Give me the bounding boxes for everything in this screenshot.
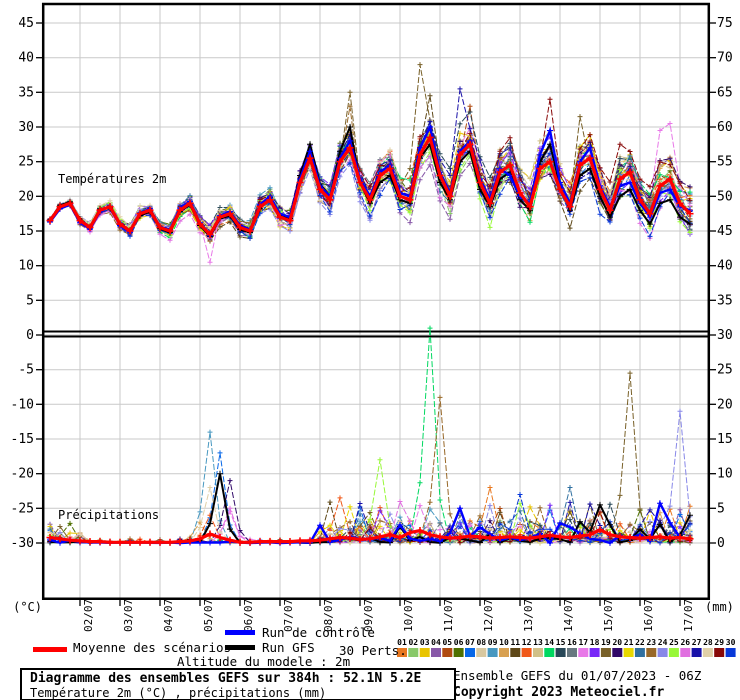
svg-text:0: 0 [26,328,34,343]
svg-text:03: 03 [420,638,430,647]
left-axis-labels: 45 40 35 30 25 20 15 10 5 0 -5 -10 -15 -20 -25 -30 [11,16,34,551]
svg-text:40: 40 [18,51,34,66]
legend-mean-swatch [33,647,67,652]
svg-text:18: 18 [590,638,600,647]
svg-text:15: 15 [717,432,733,447]
svg-text:20: 20 [717,397,733,412]
svg-text:30: 30 [18,120,34,135]
svg-text:-25: -25 [11,501,34,516]
svg-text:75: 75 [717,16,733,31]
svg-text:17: 17 [578,638,588,647]
svg-text:16/07: 16/07 [642,599,655,632]
altitude-note: Altitude du modele : 2m [177,654,351,669]
svg-text:16: 16 [567,638,577,647]
svg-text:15: 15 [556,638,566,647]
svg-text:45: 45 [18,16,34,31]
chart-info-box: Diagramme des ensembles GEFS sur 384h : … [20,668,456,700]
legend-mean-label: Moyenne des scénarios [73,640,232,655]
svg-text:05: 05 [442,638,452,647]
svg-text:24: 24 [658,638,668,647]
svg-text:06/07: 06/07 [242,599,255,632]
svg-text:06: 06 [454,638,464,647]
svg-text:11: 11 [510,638,520,647]
gefs-ensemble-diagram: 45 40 35 30 25 20 15 10 5 0 -5 -10 -15 -20 -25 -30 75 70 6… [0,0,740,700]
legend-gfs-label: Run GFS [262,640,315,655]
svg-text:30: 30 [726,638,736,647]
svg-text:65: 65 [717,85,733,100]
svg-text:10/07: 10/07 [402,599,415,632]
svg-text:10: 10 [717,467,733,482]
svg-text:13/07: 13/07 [522,599,535,632]
svg-text:70: 70 [717,51,733,66]
svg-text:10: 10 [499,638,509,647]
svg-text:12: 12 [522,638,532,647]
svg-text:19: 19 [601,638,611,647]
member-series-lines [47,62,693,546]
svg-text:03/07: 03/07 [122,599,135,632]
svg-text:22: 22 [635,638,645,647]
svg-text:-30: -30 [11,536,34,551]
copyright-text: Copyright 2023 Meteociel.fr [453,685,665,700]
svg-text:02: 02 [408,638,418,647]
perturbation-swatches: 01 02 03 04 05 06 07 08 09 10 11 12 13 14 15 16 17 18 19 20… [397,638,736,657]
svg-text:25: 25 [669,638,679,647]
svg-text:21: 21 [624,638,634,647]
svg-text:30: 30 [717,328,733,343]
svg-text:25: 25 [18,155,34,170]
svg-text:45: 45 [717,224,733,239]
svg-text:02/07: 02/07 [82,599,95,632]
temperature-panel-label: Températures 2m [58,172,167,186]
svg-text:13: 13 [533,638,543,647]
chart-subtitle: Température 2m (°C) , précipitations (mm… [30,686,327,700]
svg-text:15: 15 [18,224,34,239]
svg-text:23: 23 [646,638,656,647]
svg-text:12/07: 12/07 [482,599,495,632]
svg-text:08: 08 [476,638,486,647]
legend-gfs-swatch [225,645,255,650]
right-axis-unit: (mm) [705,600,734,614]
svg-text:50: 50 [717,189,733,204]
svg-text:0: 0 [717,536,725,551]
left-axis-unit: (°C) [13,600,42,614]
svg-text:29: 29 [714,638,724,647]
svg-text:55: 55 [717,155,733,170]
legend-control-label: Run de contrôle [262,625,375,640]
svg-text:11/07: 11/07 [442,599,455,632]
legend-control-swatch [225,630,255,635]
svg-text:26: 26 [680,638,690,647]
svg-text:20: 20 [612,638,622,647]
svg-text:5: 5 [26,293,34,308]
svg-text:20: 20 [18,189,34,204]
svg-text:10: 10 [18,259,34,274]
svg-text:40: 40 [717,259,733,274]
svg-text:04/07: 04/07 [162,599,175,632]
svg-text:07: 07 [465,638,475,647]
svg-text:27: 27 [692,638,702,647]
ensemble-plot: 454035302520151050-5-10-15-20-25-3075706… [11,2,736,657]
svg-text:05/07: 05/07 [202,599,215,632]
precipitation-panel-label: Précipitations [58,508,160,522]
svg-text:28: 28 [703,638,713,647]
svg-text:25: 25 [717,363,733,378]
svg-text:09: 09 [488,638,498,647]
svg-text:60: 60 [717,120,733,135]
svg-text:35: 35 [18,85,34,100]
chart-title: Diagramme des ensembles GEFS sur 384h : … [30,671,422,686]
mean-series-line [46,133,694,546]
svg-text:15/07: 15/07 [602,599,615,632]
svg-text:17/07: 17/07 [682,599,695,632]
right-axis-labels: 757065605550454035302520151050 [717,16,733,551]
model-run-info: Ensemble GEFS du 01/07/2023 - 06Z [453,668,702,683]
svg-text:-20: -20 [11,467,34,482]
date-axis-labels: 02/07 03/07 04/07 05/07 06/07 07/07 08/07 09/07… [82,599,695,632]
svg-text:-15: -15 [11,432,34,447]
svg-text:14: 14 [544,638,554,647]
svg-text:35: 35 [717,293,733,308]
svg-text:14/07: 14/07 [562,599,575,632]
svg-text:5: 5 [717,501,725,516]
svg-text:-5: -5 [18,363,34,378]
svg-text:-10: -10 [11,397,34,412]
svg-text:04: 04 [431,638,441,647]
